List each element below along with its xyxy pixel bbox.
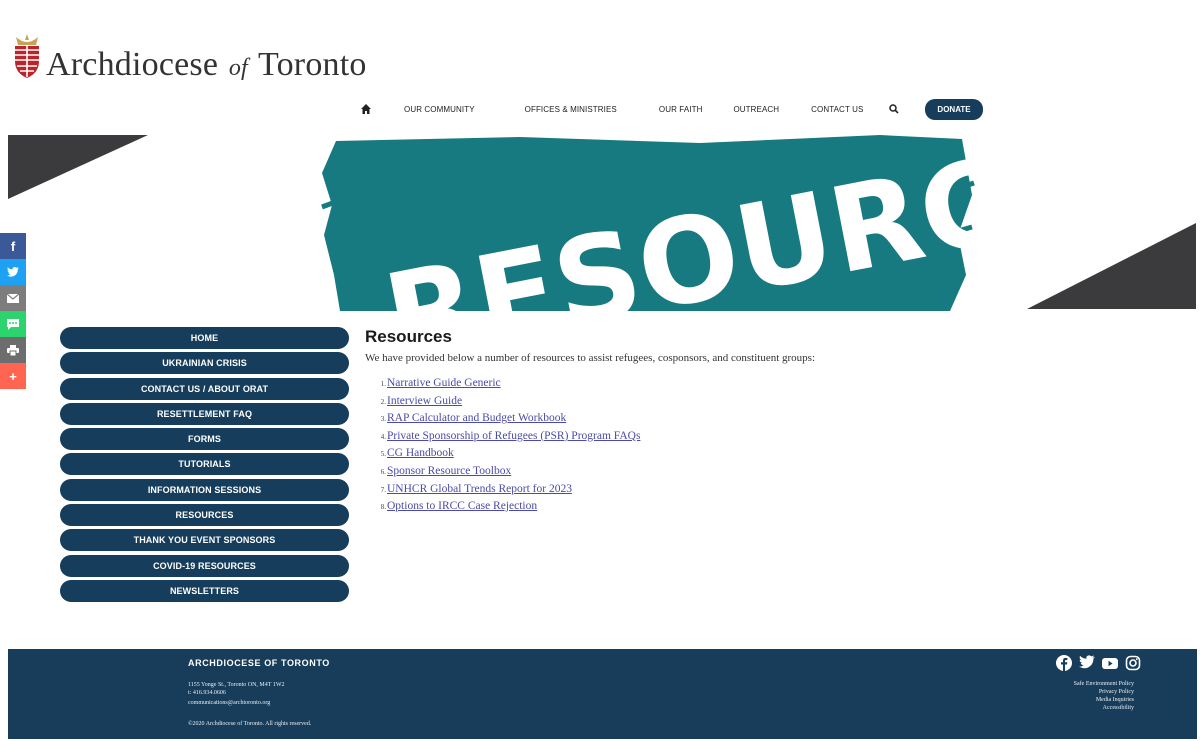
site-footer — [8, 649, 1197, 739]
page-intro: We have provided below a number of resou… — [365, 352, 816, 364]
footer-link-safe-environment[interactable]: Safe Environment Policy — [1074, 681, 1134, 687]
resource-link[interactable]: Private Sponsorship of Refugees (PSR) Pr… — [387, 430, 640, 442]
footer-address: 1155 Yonge St., Toronto ON, M4T 1W2 — [188, 682, 285, 688]
twitter-share-button[interactable] — [0, 259, 26, 285]
menu-thank-you-event-sponsors[interactable]: THANK YOU EVENT SPONSORS — [60, 529, 349, 552]
section-menu: HOME UKRAINIAN CRISIS CONTACT US / ABOUT… — [60, 327, 349, 605]
site-logo-text[interactable]: Archdiocese of Toronto — [46, 46, 367, 84]
archdiocese-crest-logo[interactable] — [10, 33, 44, 79]
resource-link[interactable]: Interview Guide — [387, 395, 462, 407]
resources-list: 1. Narrative Guide Generic 2. Interview Gu… — [365, 377, 641, 518]
print-share-button[interactable] — [0, 337, 26, 363]
list-item: 5. CG Handbook — [380, 447, 454, 460]
print-icon — [7, 344, 19, 356]
menu-ukrainian-crisis[interactable]: UKRAINIAN CRISIS — [60, 352, 349, 375]
page-title: Resources — [365, 327, 452, 346]
facebook-icon[interactable] — [1056, 655, 1072, 671]
nav-offices-ministries[interactable]: OFFICES & MINISTRIES — [525, 105, 617, 114]
email-share-button[interactable] — [0, 285, 26, 311]
nav-contact-us[interactable]: CONTACT US — [811, 105, 863, 114]
footer-link-media-inquiries[interactable]: Media Inquiries — [1096, 697, 1134, 703]
resource-link[interactable]: UNHCR Global Trends Report for 2023 — [387, 483, 572, 495]
home-icon[interactable] — [360, 103, 372, 115]
main-nav: OUR COMMUNITY OFFICES & MINISTRIES OUR F… — [360, 98, 983, 120]
facebook-share-button[interactable]: f — [0, 233, 26, 259]
more-icon: + — [9, 368, 17, 384]
resource-link[interactable]: Sponsor Resource Toolbox — [387, 465, 511, 477]
menu-covid-19-resources[interactable]: COVID-19 RESOURCES — [60, 554, 349, 577]
resource-link[interactable]: Options to IRCC Case Rejection — [387, 500, 537, 512]
menu-information-sessions[interactable]: INFORMATION SESSIONS — [60, 478, 349, 501]
nav-outreach[interactable]: OUTREACH — [733, 105, 779, 114]
menu-tutorials[interactable]: TUTORIALS — [60, 453, 349, 476]
resource-link[interactable]: CG Handbook — [387, 447, 454, 459]
menu-resettlement-faq[interactable]: RESETTLEMENT FAQ — [60, 402, 349, 425]
instagram-icon[interactable] — [1125, 655, 1141, 671]
footer-copyright: ©2020 Archdiocese of Toronto. All rights… — [188, 721, 312, 727]
logo-word-toronto: Toronto — [258, 46, 367, 83]
logo-word-archdiocese: Archdiocese — [46, 46, 219, 83]
footer-email[interactable]: communications@archtoronto.org — [188, 700, 270, 706]
footer-phone[interactable]: t: 416.934.0606 — [188, 690, 226, 696]
footer-title: ARCHDIOCESE OF TORONTO — [188, 658, 330, 668]
menu-newsletters[interactable]: NEWSLETTERS — [60, 579, 349, 602]
sms-icon — [7, 318, 19, 330]
more-share-button[interactable]: + — [0, 363, 26, 389]
nav-our-community[interactable]: OUR COMMUNITY — [404, 105, 475, 114]
nav-our-faith[interactable]: OUR FAITH — [659, 105, 703, 114]
sms-share-button[interactable] — [0, 311, 26, 337]
email-icon — [7, 293, 19, 303]
list-item: 2. Interview Guide — [380, 394, 463, 407]
twitter-icon — [7, 267, 19, 277]
footer-link-privacy[interactable]: Privacy Policy — [1099, 689, 1134, 695]
list-item: 6. Sponsor Resource Toolbox — [380, 464, 512, 477]
footer-social-icons — [1056, 655, 1141, 671]
resource-link[interactable]: RAP Calculator and Budget Workbook — [387, 412, 566, 424]
list-item: 3. RAP Calculator and Budget Workbook — [380, 412, 567, 425]
menu-home[interactable]: HOME — [60, 327, 349, 349]
facebook-icon: f — [10, 238, 16, 254]
search-icon[interactable] — [889, 104, 899, 114]
twitter-icon[interactable] — [1079, 655, 1095, 671]
menu-resources[interactable]: RESOURCES — [60, 504, 349, 527]
list-item: 7. UNHCR Global Trends Report for 2023 — [380, 482, 572, 495]
resources-banner: RESOURCES — [0, 100, 1204, 387]
youtube-icon[interactable] — [1102, 655, 1118, 671]
menu-forms[interactable]: FORMS — [60, 428, 349, 451]
donate-button[interactable]: DONATE — [925, 98, 983, 120]
list-item: 4. Private Sponsorship of Refugees (PSR) … — [380, 429, 641, 442]
menu-contact-about-orat[interactable]: CONTACT US / ABOUT ORAT — [60, 377, 349, 400]
resource-link[interactable]: Narrative Guide Generic — [387, 377, 501, 389]
list-item: 8. Options to IRCC Case Rejection — [380, 500, 538, 513]
list-item: 1. Narrative Guide Generic — [380, 377, 501, 389]
logo-word-of: of — [228, 55, 248, 81]
footer-link-accessibility[interactable]: Accessibility — [1103, 705, 1134, 711]
